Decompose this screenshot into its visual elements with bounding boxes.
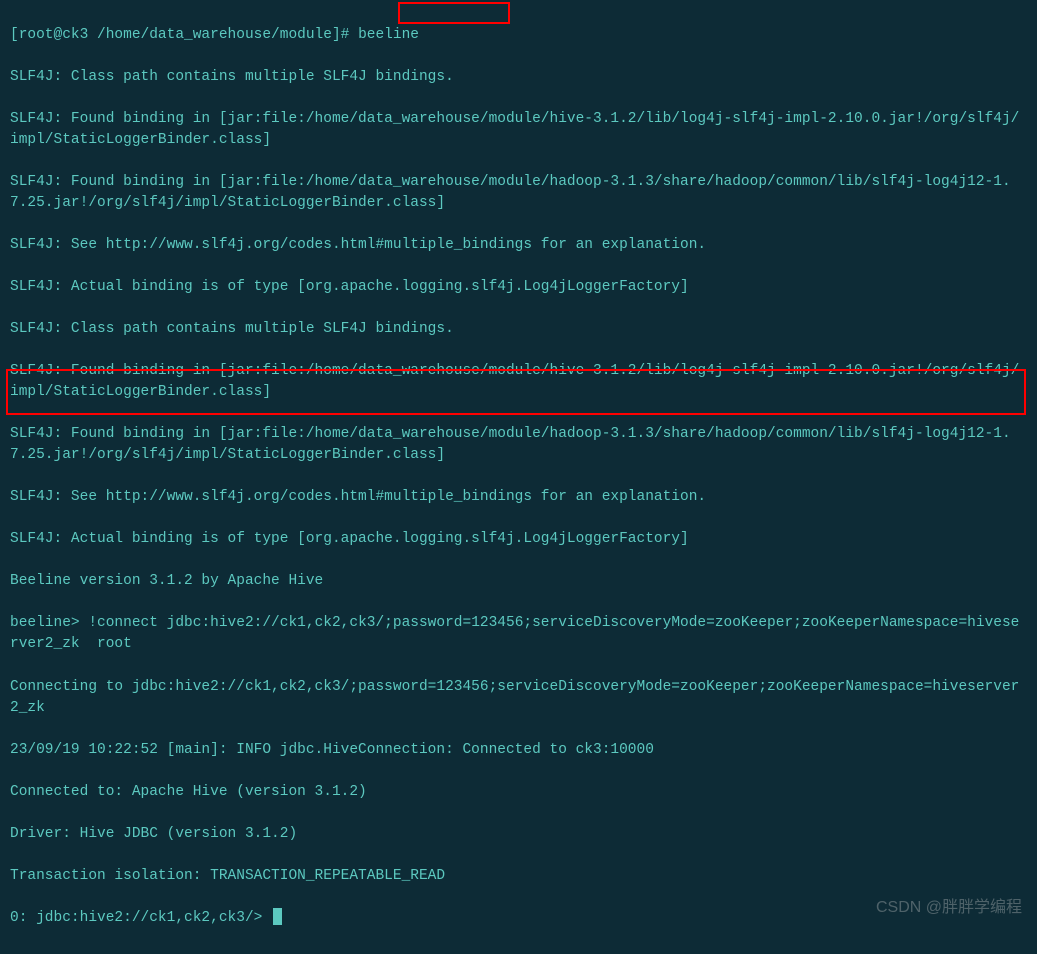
log-line: SLF4J: Class path contains multiple SLF4… xyxy=(10,319,1027,340)
beeline-command: !connect jdbc:hive2://ck1,ck2,ck3/;passw… xyxy=(10,615,1019,652)
shell-command: beeline xyxy=(358,27,419,43)
log-line: SLF4J: Found binding in [jar:file:/home/… xyxy=(10,361,1027,403)
log-line: SLF4J: See http://www.slf4j.org/codes.ht… xyxy=(10,235,1027,256)
terminal-output[interactable]: [root@ck3 /home/data_warehouse/module]# … xyxy=(10,4,1027,950)
log-line: SLF4J: Actual binding is of type [org.ap… xyxy=(10,529,1027,550)
log-line: SLF4J: Class path contains multiple SLF4… xyxy=(10,67,1027,88)
shell-prompt-prefix: [root@ck3 /home/data_warehouse/module]# xyxy=(10,27,358,43)
shell-prompt-line: [root@ck3 /home/data_warehouse/module]# … xyxy=(10,25,1027,46)
final-prompt: 0: jdbc:hive2://ck1,ck2,ck3/> xyxy=(10,910,271,926)
log-line: SLF4J: Found binding in [jar:file:/home/… xyxy=(10,424,1027,466)
beeline-prompt-prefix: beeline> xyxy=(10,615,88,631)
connect-line: Transaction isolation: TRANSACTION_REPEA… xyxy=(10,866,1027,887)
connect-line: Connecting to jdbc:hive2://ck1,ck2,ck3/;… xyxy=(10,677,1027,719)
log-line: SLF4J: Found binding in [jar:file:/home/… xyxy=(10,172,1027,214)
log-line: SLF4J: See http://www.slf4j.org/codes.ht… xyxy=(10,487,1027,508)
final-prompt-line: 0: jdbc:hive2://ck1,ck2,ck3/> xyxy=(10,908,1027,929)
connect-line: Connected to: Apache Hive (version 3.1.2… xyxy=(10,782,1027,803)
cursor-icon xyxy=(273,908,282,925)
log-line: Beeline version 3.1.2 by Apache Hive xyxy=(10,571,1027,592)
beeline-prompt-line: beeline> !connect jdbc:hive2://ck1,ck2,c… xyxy=(10,613,1027,655)
log-line: SLF4J: Actual binding is of type [org.ap… xyxy=(10,277,1027,298)
log-line: SLF4J: Found binding in [jar:file:/home/… xyxy=(10,109,1027,151)
connect-line: Driver: Hive JDBC (version 3.1.2) xyxy=(10,824,1027,845)
connect-line: 23/09/19 10:22:52 [main]: INFO jdbc.Hive… xyxy=(10,740,1027,761)
